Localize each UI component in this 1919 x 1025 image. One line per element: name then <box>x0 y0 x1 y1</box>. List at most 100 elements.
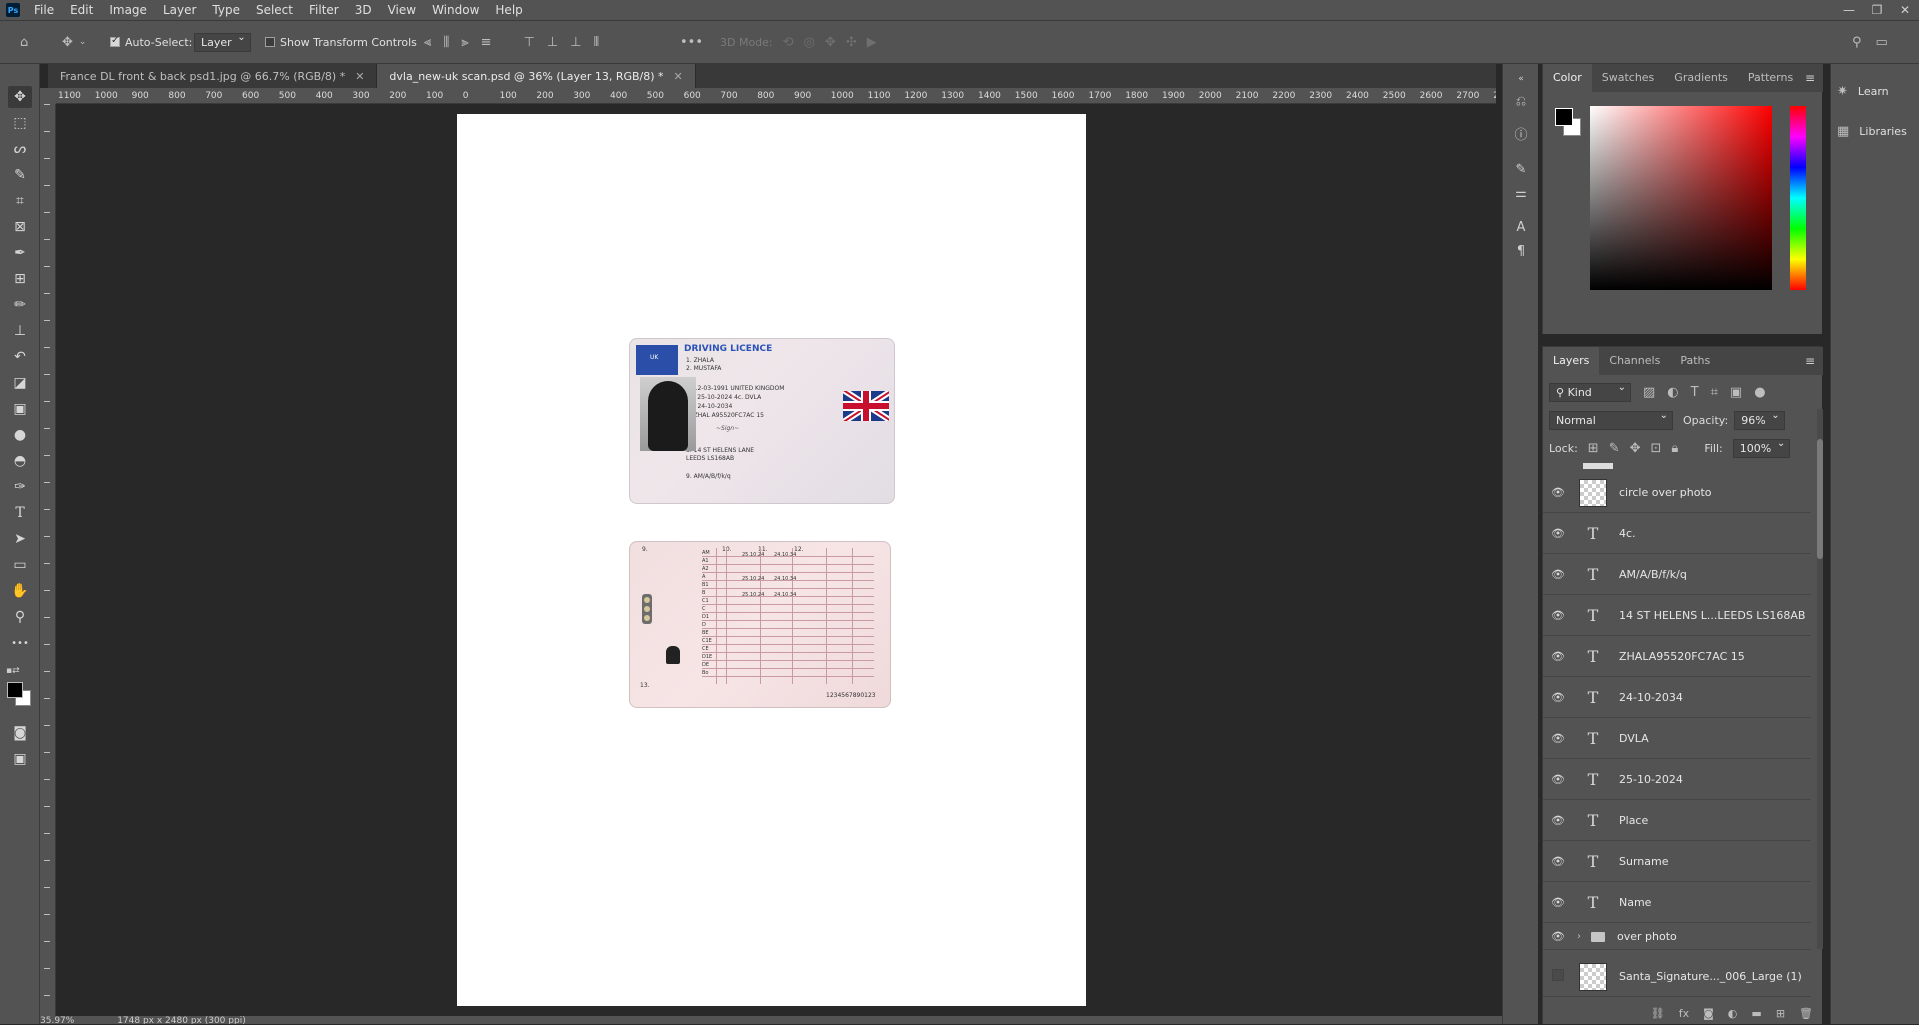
visibility-eye-icon[interactable]: 👁︎ <box>1543 773 1573 786</box>
visibility-eye-icon[interactable]: 👁︎ <box>1543 814 1573 827</box>
more-options-button[interactable]: ••• <box>680 35 703 50</box>
opacity-input[interactable]: 96% <box>1734 410 1785 430</box>
menu-image[interactable]: Image <box>101 0 155 20</box>
menu-file[interactable]: File <box>26 0 62 20</box>
layer-row[interactable]: 👁︎ T DVLA <box>1543 719 1811 759</box>
marquee-tool-icon[interactable]: ⬚ <box>8 112 32 134</box>
visibility-eye-icon[interactable]: 👁︎ <box>1543 609 1573 622</box>
color-picker-field[interactable] <box>1590 106 1772 290</box>
add-mask-icon[interactable]: ◙ <box>1703 1007 1714 1025</box>
adjustment-layer-icon[interactable]: ◐ <box>1728 1007 1738 1025</box>
lock-position-icon[interactable]: ✥ <box>1630 441 1641 456</box>
search-icon[interactable]: ⚲ <box>1852 35 1862 50</box>
history-panel-icon[interactable]: ⎌ <box>1512 94 1530 112</box>
layer-row[interactable]: 👁︎ T 24-10-2034 <box>1543 678 1811 718</box>
menu-type[interactable]: Type <box>204 0 248 20</box>
layers-scrollbar[interactable] <box>1817 409 1823 949</box>
clone-stamp-tool-icon[interactable]: ⊥ <box>8 320 32 342</box>
menu-layer[interactable]: Layer <box>155 0 204 20</box>
menu-select[interactable]: Select <box>248 0 301 20</box>
path-selection-tool-icon[interactable]: ➤ <box>8 528 32 550</box>
auto-select-checkbox[interactable]: Auto-Select: <box>110 21 192 63</box>
filter-shape-icon[interactable]: ⌗ <box>1711 385 1718 400</box>
character-panel-icon[interactable]: A <box>1512 220 1530 238</box>
layer-row[interactable]: 👁︎ T Name <box>1543 883 1811 923</box>
new-group-icon[interactable]: ▬ <box>1751 1007 1761 1025</box>
licence-back-card[interactable]: 9. 10. 11. 12. AMA1A2AB1BC1CD1DBEC1ECED1… <box>629 541 891 708</box>
workspace-icon[interactable]: ▭ <box>1876 35 1888 50</box>
filter-toggle-icon[interactable]: ● <box>1754 385 1765 400</box>
tab-france-dl[interactable]: France DL front & back psd1.jpg @ 66.7% … <box>48 64 378 88</box>
pen-tool-icon[interactable]: ✑ <box>8 476 32 498</box>
history-brush-tool-icon[interactable]: ↶ <box>8 346 32 368</box>
scroll-thumb[interactable] <box>1817 439 1823 559</box>
align-top-icon[interactable]: ⊤ <box>524 35 535 50</box>
delete-layer-icon[interactable]: 🗑︎ <box>1799 1007 1813 1025</box>
frame-tool-icon[interactable]: ⊠ <box>8 216 32 238</box>
layer-row[interactable]: 👁︎ › over photo <box>1543 924 1811 950</box>
menu-filter[interactable]: Filter <box>301 0 347 20</box>
layer-row[interactable]: 👁︎ T 25-10-2024 <box>1543 760 1811 800</box>
magic-wand-tool-icon[interactable]: ✎ <box>8 164 32 186</box>
brush-tool-icon[interactable]: ✏ <box>8 294 32 316</box>
menu-help[interactable]: Help <box>487 0 530 20</box>
brush-settings-icon[interactable]: ✎ <box>1512 162 1530 180</box>
lock-artboard-icon[interactable]: ⊡ <box>1651 441 1662 456</box>
show-transform-check[interactable] <box>265 37 275 47</box>
tab-dvla-uk-scan[interactable]: dvla_new-uk scan.psd @ 36% (Layer 13, RG… <box>377 64 696 88</box>
dodge-tool-icon[interactable]: ◓ <box>8 450 32 472</box>
panel-menu-icon[interactable]: ≡ <box>1805 71 1815 85</box>
home-button[interactable]: ⌂ <box>20 21 28 63</box>
close-icon[interactable]: ✕ <box>355 70 364 83</box>
tab-swatches[interactable]: Swatches <box>1592 64 1665 92</box>
tab-layers[interactable]: Layers <box>1543 347 1600 375</box>
adjustments-icon[interactable]: ⚌ <box>1512 186 1530 204</box>
visibility-eye-icon[interactable]: 👁︎ <box>1543 650 1573 663</box>
visibility-eye-icon[interactable]: 👁︎ <box>1543 930 1573 943</box>
layer-row[interactable]: 👁︎ circle over photo <box>1543 473 1811 513</box>
document-canvas[interactable]: UK DRIVING LICENCE 1. ZHALA 2. MUSTAFA 3… <box>457 114 1086 1006</box>
filter-pixel-icon[interactable]: ▨ <box>1643 385 1655 400</box>
filter-kind-dropdown[interactable]: ⚲ Kind <box>1549 382 1631 402</box>
auto-select-check[interactable] <box>110 35 120 47</box>
gradient-tool-icon[interactable]: ▣ <box>8 398 32 420</box>
layer-row[interactable]: 👁︎ T Surname <box>1543 842 1811 882</box>
visibility-eye-icon[interactable]: 👁︎ <box>1543 568 1573 581</box>
align-left-icon[interactable]: ⫷ <box>424 35 431 50</box>
visibility-eye-icon[interactable]: 👁︎ <box>1543 855 1573 868</box>
panel-menu-icon[interactable]: ≡ <box>1805 354 1815 368</box>
fx-icon[interactable]: fx <box>1679 1007 1689 1025</box>
licence-front-card[interactable]: UK DRIVING LICENCE 1. ZHALA 2. MUSTAFA 3… <box>629 338 895 504</box>
distribute-icon[interactable]: ≡ <box>481 35 492 50</box>
hue-slider[interactable] <box>1790 106 1806 290</box>
move-tool-preset[interactable]: ✥ ⌄ <box>62 21 86 63</box>
visibility-eye-icon[interactable]: 👁︎ <box>1543 527 1573 540</box>
default-colors-icon[interactable]: ▪⇄ <box>6 666 20 676</box>
paragraph-panel-icon[interactable]: ¶ <box>1512 244 1530 262</box>
close-icon[interactable]: ✕ <box>674 70 683 83</box>
layer-row[interactable]: 👁︎ T AM/A/B/f/k/q <box>1543 555 1811 595</box>
screen-mode-icon[interactable]: ▣ <box>8 748 32 770</box>
zoom-level[interactable]: 35.97% <box>40 1016 74 1024</box>
tab-channels[interactable]: Channels <box>1599 347 1670 375</box>
more-tools-icon[interactable]: ••• <box>8 632 32 654</box>
show-transform-checkbox[interactable]: Show Transform Controls <box>265 21 417 63</box>
visibility-eye-icon[interactable]: 👁︎ <box>1543 732 1573 745</box>
type-tool-icon[interactable]: T <box>8 502 32 524</box>
tab-color[interactable]: Color <box>1543 64 1592 92</box>
move-tool-icon[interactable]: ✥ <box>8 86 32 108</box>
layer-row[interactable]: 👁︎ T Place <box>1543 801 1811 841</box>
foreground-swatch[interactable] <box>1555 108 1573 126</box>
crop-tool-icon[interactable]: ⌗ <box>8 190 32 212</box>
hand-tool-icon[interactable]: ✋ <box>8 580 32 602</box>
visibility-eye-icon[interactable] <box>1543 969 1573 984</box>
lock-transparent-icon[interactable]: ⊞ <box>1588 441 1599 456</box>
link-layers-icon[interactable]: ⛓ <box>1651 1007 1665 1025</box>
new-layer-icon[interactable]: ⊞ <box>1776 1007 1785 1025</box>
visibility-eye-icon[interactable]: 👁︎ <box>1543 691 1573 704</box>
visibility-eye-icon[interactable]: 👁︎ <box>1543 896 1573 909</box>
align-center-icon[interactable]: ⫼ <box>443 35 449 50</box>
foreground-color-swatch[interactable] <box>7 682 23 698</box>
expand-chevron-icon[interactable]: › <box>1577 931 1587 942</box>
blur-tool-icon[interactable]: ● <box>8 424 32 446</box>
